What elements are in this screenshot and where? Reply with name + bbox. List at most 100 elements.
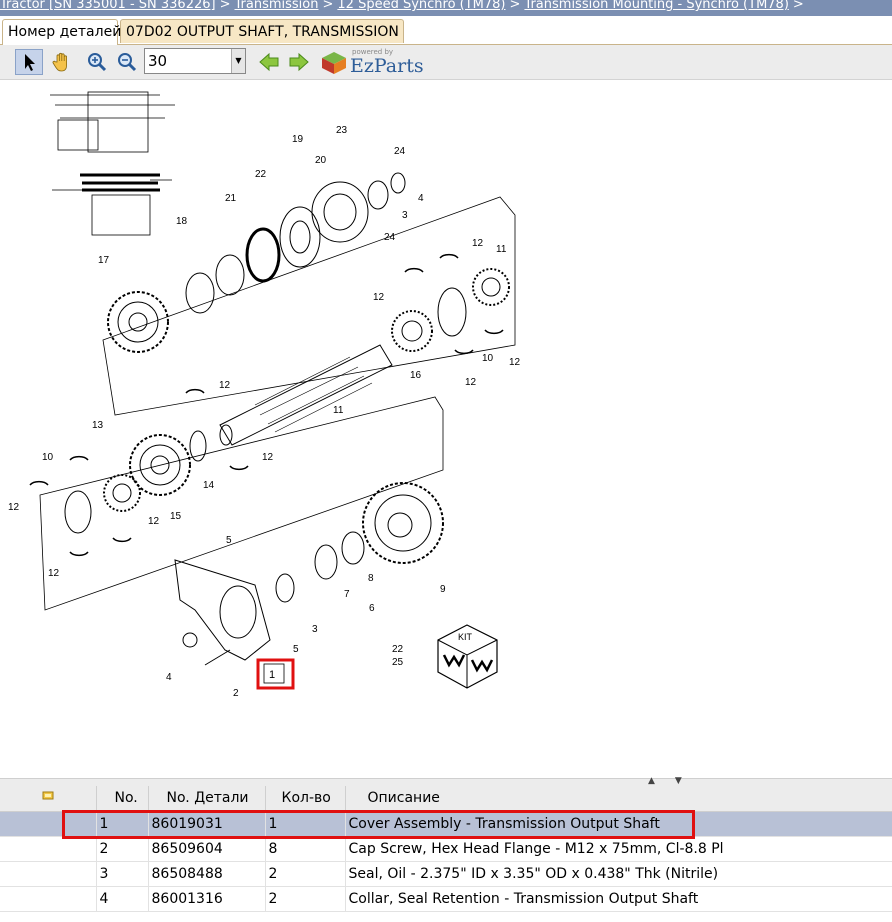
gear-11 — [472, 268, 510, 306]
row-quantity: 8 — [265, 836, 346, 862]
callout-8[interactable]: 8 — [368, 573, 374, 584]
cart-cell[interactable] — [0, 836, 97, 862]
selected-row-highlight — [62, 810, 695, 839]
seal-24 — [367, 172, 406, 210]
row-description: Collar, Seal Retention - Transmission Ou… — [345, 886, 892, 912]
breadcrumb-separator: > — [322, 0, 334, 12]
table-row[interactable]: 2 86509604 8 Cap Screw, Hex Head Flange … — [0, 836, 892, 862]
callout-3[interactable]: 3 — [402, 210, 408, 221]
row-part-number: 86509604 — [148, 836, 266, 862]
callout-12[interactable]: 12 — [465, 377, 477, 388]
plate-22 — [279, 206, 321, 268]
callout-5[interactable]: 5 — [226, 535, 232, 546]
row-no: 4 — [96, 886, 149, 912]
callout-2[interactable]: 2 — [233, 688, 239, 699]
ring-21 — [245, 227, 281, 283]
zoom-select[interactable]: 30 ▼ — [144, 48, 246, 74]
callout-22[interactable]: 22 — [392, 644, 404, 655]
zoom-out-icon — [118, 53, 137, 72]
callout-12[interactable]: 12 — [472, 238, 484, 249]
callout-23[interactable]: 23 — [336, 125, 348, 136]
back-button[interactable] — [255, 49, 283, 75]
snap-rings-12 — [29, 253, 504, 557]
kit-icon: KIT — [437, 624, 498, 689]
breadcrumb-separator: > — [509, 0, 521, 12]
callout-10[interactable]: 10 — [42, 452, 54, 463]
cart-icon — [42, 791, 54, 800]
breadcrumb-transmission[interactable]: Transmission — [235, 0, 319, 12]
callout-22[interactable]: 22 — [255, 169, 267, 180]
header-cart-column[interactable] — [0, 786, 97, 812]
header-no[interactable]: No. — [96, 786, 149, 812]
tab-part-numbers[interactable]: Номер деталей — [2, 19, 121, 45]
callout-18[interactable]: 18 — [176, 216, 188, 227]
header-part-number[interactable]: No. Детали — [148, 786, 266, 812]
tab-bar: Номер деталей 07D02 OUTPUT SHAFT, TRANSM… — [0, 16, 892, 45]
washer-14 — [189, 430, 207, 462]
callout-5[interactable]: 5 — [293, 644, 299, 655]
callout-7[interactable]: 7 — [344, 589, 350, 600]
section-inset-thumbnail — [50, 91, 175, 236]
callout-12[interactable]: 12 — [262, 452, 274, 463]
callout-10[interactable]: 10 — [482, 353, 494, 364]
zoom-in-button[interactable] — [83, 49, 111, 75]
breadcrumb-12-speed[interactable]: 12 Speed Synchro (TM78) — [337, 0, 505, 12]
synchro-10 — [64, 287, 467, 534]
highlighted-callout-1[interactable]: 1 — [256, 658, 295, 690]
callout-25[interactable]: 25 — [392, 657, 404, 668]
header-quantity[interactable]: Кол-во — [265, 786, 346, 812]
callout-12[interactable]: 12 — [8, 502, 20, 513]
select-tool-button[interactable] — [15, 49, 43, 75]
row-description: Seal, Oil - 2.375" ID x 3.35" OD x 0.438… — [345, 861, 892, 887]
callout-12[interactable]: 12 — [219, 380, 231, 391]
callout-17[interactable]: 17 — [98, 255, 110, 266]
cart-cell[interactable] — [0, 886, 97, 912]
callout-11[interactable]: 11 — [333, 405, 344, 416]
forward-button[interactable] — [285, 49, 313, 75]
callout-15[interactable]: 15 — [170, 511, 182, 522]
callout-12[interactable]: 12 — [148, 516, 160, 527]
callout-19[interactable]: 19 — [292, 134, 304, 145]
bearing-18 — [185, 254, 245, 314]
toolbar — [0, 45, 892, 80]
table-row[interactable]: 3 86508488 2 Seal, Oil - 2.375" ID x 3.3… — [0, 861, 892, 887]
parts-table: No. No. Детали Кол-во Описание 1 8601903… — [0, 786, 892, 912]
callout-12[interactable]: 12 — [373, 292, 385, 303]
callout-4[interactable]: 4 — [166, 672, 172, 683]
parts-diagram[interactable]: KIT 23 19 20 24 22 4 21 3 18 24 12 11 17… — [0, 80, 892, 780]
callout-3[interactable]: 3 — [312, 624, 318, 635]
callout-6[interactable]: 6 — [369, 603, 375, 614]
gear-9 — [362, 482, 444, 564]
gear-17 — [107, 291, 169, 353]
callout-16[interactable]: 16 — [410, 370, 422, 381]
back-arrow-icon — [259, 52, 279, 72]
pan-hand-icon — [52, 52, 67, 72]
callout-9[interactable]: 9 — [440, 584, 446, 595]
breadcrumb-separator: > — [792, 0, 804, 12]
housing-19 — [311, 181, 369, 243]
callout-21[interactable]: 21 — [225, 193, 237, 204]
tab-output-shaft[interactable]: 07D02 OUTPUT SHAFT, TRANSMISSION — [120, 19, 404, 43]
pan-tool-button[interactable] — [48, 49, 76, 75]
callout-20[interactable]: 20 — [315, 155, 327, 166]
gear-16 — [391, 310, 433, 352]
zoom-out-button[interactable] — [113, 49, 141, 75]
main-shaft-part — [219, 344, 393, 446]
callout-24[interactable]: 24 — [394, 146, 406, 157]
callout-14[interactable]: 14 — [203, 480, 215, 491]
callout-12[interactable]: 12 — [509, 357, 521, 368]
breadcrumb-mounting[interactable]: Transmission Mounting - Synchro (TM78) — [524, 0, 788, 12]
chevron-down-icon[interactable]: ▼ — [231, 49, 245, 73]
callout-11[interactable]: 11 — [496, 244, 507, 255]
callout-12[interactable]: 12 — [48, 568, 60, 579]
table-header-row: No. No. Детали Кол-во Описание — [0, 786, 892, 812]
table-row[interactable]: 4 86001316 2 Collar, Seal Retention - Tr… — [0, 886, 892, 912]
callout-13[interactable]: 13 — [92, 420, 104, 431]
callout-4[interactable]: 4 — [418, 193, 424, 204]
breadcrumb-tractor[interactable]: Tractor [SN 335001 - SN 336226] — [0, 0, 216, 12]
callout-24b[interactable]: 24 — [384, 232, 396, 243]
zoom-in-icon — [88, 53, 107, 72]
header-description[interactable]: Описание — [345, 786, 892, 812]
cart-cell[interactable] — [0, 861, 97, 887]
splitter-arrows-icon[interactable]: ▲▼ — [648, 776, 702, 786]
